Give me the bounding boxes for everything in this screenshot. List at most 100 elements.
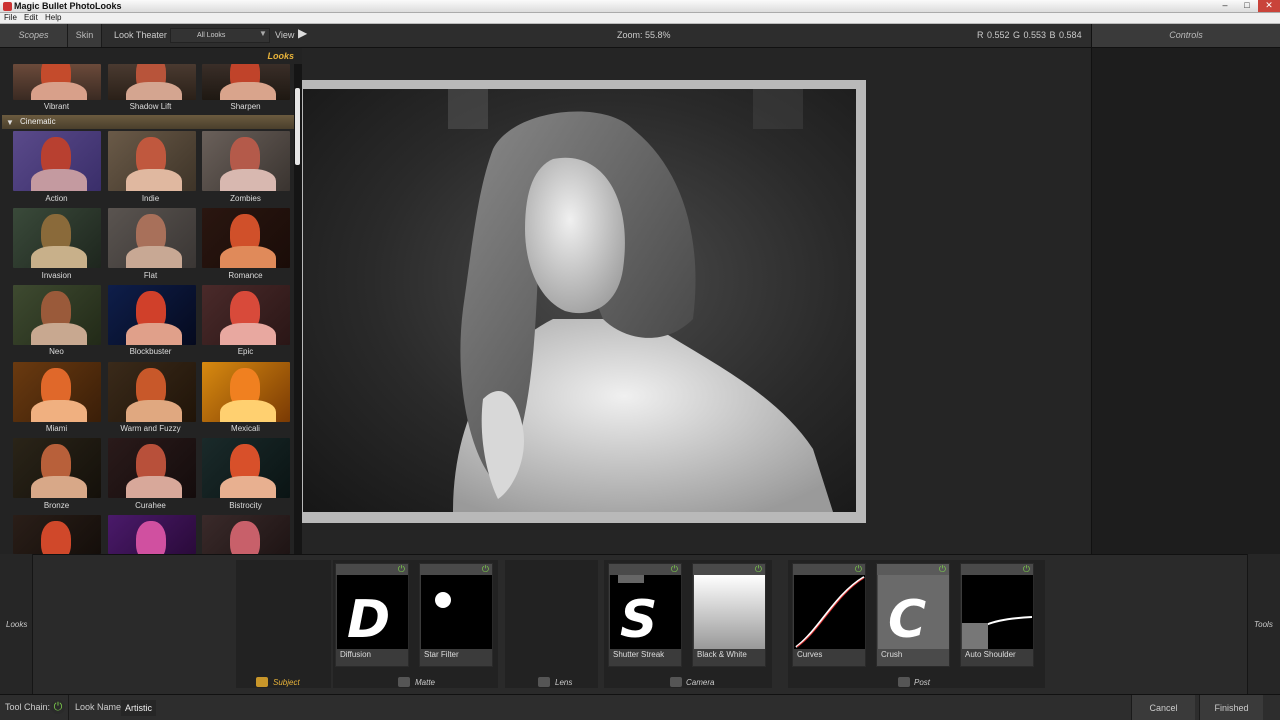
tool-preview	[421, 575, 492, 649]
window-title: Magic Bullet PhotoLooks	[14, 1, 122, 11]
look-label: Bronze	[43, 501, 70, 510]
category-cinematic[interactable]: Cinematic	[2, 115, 294, 129]
tool-name: Diffusion	[340, 650, 371, 659]
tool-name: Crush	[881, 650, 903, 659]
look-thumbnail-blockbuster[interactable]	[108, 285, 196, 345]
look-thumbnail-zombies[interactable]	[202, 131, 290, 191]
close-button[interactable]: ✕	[1258, 0, 1280, 12]
look-thumbnail-sharpen[interactable]	[202, 64, 290, 100]
app-icon	[3, 2, 12, 11]
menu-edit[interactable]: Edit	[24, 13, 38, 23]
look-thumbnail-neo[interactable]	[13, 285, 101, 345]
tools-drawer-tab[interactable]: Tools	[1247, 554, 1280, 694]
look-thumbnail-bronze[interactable]	[13, 438, 101, 498]
tool-preview: C	[878, 575, 949, 649]
group-label-lens[interactable]: Lens	[555, 678, 572, 687]
matte-icon	[398, 677, 410, 687]
crush-letter: C	[888, 590, 927, 649]
look-thumbnail-indie[interactable]	[108, 131, 196, 191]
look-thumbnail-vibrant[interactable]	[13, 64, 101, 100]
look-label: Action	[45, 194, 68, 203]
portrait-image	[448, 89, 833, 512]
look-label: Miami	[45, 424, 68, 433]
look-label: Shadow Lift	[129, 102, 172, 111]
look-thumbnail-mexicali[interactable]	[202, 362, 290, 422]
look-thumbnail-epic[interactable]	[202, 285, 290, 345]
status-bar: Tool Chain: ⏻ Look Name: Artistic Cancel…	[0, 694, 1280, 720]
tool-name: Auto Shoulder	[965, 650, 1016, 659]
look-label: Neo	[49, 347, 64, 356]
looks-drawer-tab[interactable]: Looks	[0, 554, 33, 694]
lens-icon	[538, 677, 550, 687]
look-label: Curahee	[135, 501, 166, 510]
chevron-down-icon[interactable]: ▼	[259, 29, 267, 38]
tool-preview	[962, 575, 1033, 649]
look-thumbnail-miami[interactable]	[13, 362, 101, 422]
look-thumbnail[interactable]	[202, 515, 290, 554]
skin-button[interactable]: Skin	[68, 24, 102, 47]
look-thumbnail-romance[interactable]	[202, 208, 290, 268]
group-label-camera[interactable]: Camera	[686, 678, 714, 687]
look-thumbnail-invasion[interactable]	[13, 208, 101, 268]
rgb-readout: R 0.552 G 0.553 B 0.584	[977, 30, 1082, 40]
menu-help[interactable]: Help	[45, 13, 61, 23]
group-label-post[interactable]: Post	[914, 678, 930, 687]
finished-button[interactable]: Finished	[1199, 695, 1263, 720]
look-thumbnail[interactable]	[13, 515, 101, 554]
tool-crush[interactable]: ⏻ C Crush	[876, 563, 950, 667]
tool-curves[interactable]: ⏻ Curves	[792, 563, 866, 667]
triangle-down-icon[interactable]: ▼	[6, 118, 14, 127]
power-icon[interactable]: ⏻	[482, 564, 489, 575]
look-name-field[interactable]: Artistic	[121, 700, 156, 716]
look-label: Zombies	[230, 194, 261, 203]
power-icon[interactable]: ⏻	[1023, 564, 1030, 575]
tool-diffusion[interactable]: ⏻ D Diffusion	[335, 563, 409, 667]
look-label: Blockbuster	[129, 347, 172, 356]
minimize-button[interactable]: –	[1214, 0, 1236, 12]
power-icon[interactable]: ⏻	[939, 564, 946, 575]
tool-chain-power-icon[interactable]: ⏻	[51, 700, 65, 714]
look-thumbnail-shadow-lift[interactable]	[108, 64, 196, 100]
top-toolbar: Scopes Skin Look Theater All Looks ▼ Vie…	[0, 24, 1280, 48]
streak-mark	[618, 575, 644, 583]
tool-name: Star Filter	[424, 650, 459, 659]
menu-file[interactable]: File	[4, 13, 17, 23]
power-icon[interactable]: ⏻	[671, 564, 678, 575]
look-thumbnail-warm-and-fuzzy[interactable]	[108, 362, 196, 422]
power-icon[interactable]: ⏻	[398, 564, 405, 575]
tool-preview: D	[337, 575, 408, 649]
look-thumbnail-flat[interactable]	[108, 208, 196, 268]
look-thumbnail[interactable]	[108, 515, 196, 554]
look-thumbnail-bistrocity[interactable]	[202, 438, 290, 498]
tool-star-filter[interactable]: ⏻ Star Filter	[419, 563, 493, 667]
tool-preview: S	[610, 575, 681, 649]
power-icon[interactable]: ⏻	[855, 564, 862, 575]
look-label: Vibrant	[43, 102, 70, 111]
tool-auto-shoulder[interactable]: ⏻ Auto Shoulder	[960, 563, 1034, 667]
preview-photo[interactable]	[303, 89, 856, 512]
tool-black-and-white[interactable]: ⏻ Black & White	[692, 563, 766, 667]
view-label[interactable]: View	[275, 24, 294, 47]
group-label-matte[interactable]: Matte	[415, 678, 435, 687]
look-thumbnail-curahee[interactable]	[108, 438, 196, 498]
separator	[68, 695, 69, 720]
power-icon[interactable]: ⏻	[755, 564, 762, 575]
look-label: Indie	[141, 194, 160, 203]
title-bar: Magic Bullet PhotoLooks – □ ✕	[0, 0, 1280, 13]
cancel-button[interactable]: Cancel	[1131, 695, 1195, 720]
scopes-button[interactable]: Scopes	[0, 24, 68, 47]
scrollbar-thumb[interactable]	[295, 88, 300, 165]
looks-filter-select[interactable]: All Looks	[170, 28, 270, 43]
play-icon[interactable]: ▶	[298, 26, 307, 40]
tool-preview	[694, 575, 765, 649]
tool-preview	[794, 575, 865, 649]
subject-group	[236, 560, 331, 688]
tool-name: Black & White	[697, 650, 747, 659]
diffusion-letter: D	[347, 590, 391, 649]
group-label-subject[interactable]: Subject	[273, 678, 300, 687]
tool-shutter-streak[interactable]: ⏻ S Shutter Streak	[608, 563, 682, 667]
curve-graph	[795, 576, 865, 648]
maximize-button[interactable]: □	[1236, 0, 1258, 12]
look-thumbnail-action[interactable]	[13, 131, 101, 191]
app-window: Magic Bullet PhotoLooks – □ ✕ File Edit …	[0, 0, 1280, 720]
